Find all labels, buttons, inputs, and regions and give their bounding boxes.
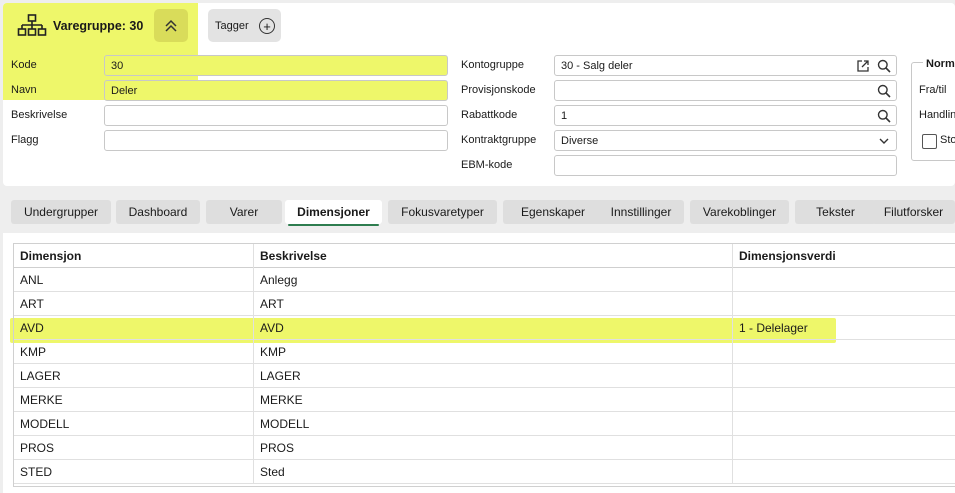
tab-dashboard[interactable]: Dashboard	[116, 200, 200, 224]
tags-button[interactable]: Tagger +	[208, 9, 281, 42]
tab-innstillinger[interactable]: Innstillinger	[598, 200, 684, 224]
cell-dimensjon: MODELL	[14, 412, 254, 436]
tab-tekster[interactable]: Tekster	[795, 200, 876, 224]
search-icon[interactable]	[877, 84, 891, 98]
rabattkode-label: Rabattkode	[461, 109, 518, 121]
table-row[interactable]: AVD AVD 1 - Delelager	[14, 316, 955, 340]
kontraktgruppe-select[interactable]: Diverse	[554, 130, 897, 151]
navn-label: Navn	[11, 84, 37, 96]
dimension-table: Dimensjon Beskrivelse Dimensjonsverdi AN…	[13, 243, 955, 487]
kontraktgruppe-label: Kontraktgruppe	[461, 134, 537, 146]
cell-dimensjon: ART	[14, 292, 254, 316]
cell-dimensjonsverdi[interactable]	[733, 388, 955, 412]
cell-beskrivelse: MERKE	[254, 388, 733, 412]
page-title: Varegruppe: 30	[53, 19, 144, 33]
table-row[interactable]: STED Sted	[14, 460, 955, 484]
sto-label: Sto	[940, 134, 955, 146]
fratil-label: Fra/til	[919, 84, 947, 96]
cell-beskrivelse: ART	[254, 292, 733, 316]
cell-dimensjonsverdi[interactable]: 1 - Delelager	[733, 316, 955, 340]
cell-dimensjon: MERKE	[14, 388, 254, 412]
cell-dimensjonsverdi[interactable]	[733, 268, 955, 292]
cell-dimensjon: KMP	[14, 340, 254, 364]
tab-filutforsker[interactable]: Filutforsker	[872, 200, 955, 224]
search-icon[interactable]	[877, 59, 891, 73]
cell-beskrivelse: KMP	[254, 340, 733, 364]
cell-dimensjonsverdi[interactable]	[733, 292, 955, 316]
kontogruppe-value: 30 - Salg deler	[561, 59, 633, 72]
cell-dimensjon: ANL	[14, 268, 254, 292]
norm-legend: Norm	[923, 58, 955, 70]
ebm-kode-field[interactable]	[554, 155, 897, 176]
cell-dimensjonsverdi[interactable]	[733, 460, 955, 484]
rabattkode-value: 1	[561, 109, 568, 122]
collapse-button[interactable]	[154, 9, 188, 42]
tab-varekoblinger[interactable]: Varekoblinger	[690, 200, 789, 224]
cell-beskrivelse: Sted	[254, 460, 733, 484]
table-header: Dimensjon Beskrivelse Dimensjonsverdi	[14, 244, 955, 268]
cell-beskrivelse: LAGER	[254, 364, 733, 388]
provisjonskode-field[interactable]	[554, 80, 897, 101]
search-icon[interactable]	[877, 109, 891, 123]
header-card: Varegruppe: 30 Tagger + Kode 30 Navn Del…	[3, 3, 955, 186]
beskrivelse-field[interactable]	[104, 105, 448, 126]
tab-fokusvaretyper[interactable]: Fokusvaretyper	[388, 200, 497, 224]
hierarchy-icon	[17, 14, 47, 36]
cell-beskrivelse: Anlegg	[254, 268, 733, 292]
table-row[interactable]: MERKE MERKE	[14, 388, 955, 412]
column-header-dimensjonsverdi[interactable]: Dimensjonsverdi	[733, 244, 955, 268]
tab-dimensjoner[interactable]: Dimensjoner	[285, 200, 382, 226]
tags-label: Tagger	[215, 19, 249, 32]
cell-dimensjon: STED	[14, 460, 254, 484]
provisjonskode-label: Provisjonskode	[461, 84, 536, 96]
plus-circle-icon: +	[259, 18, 275, 34]
flagg-label: Flagg	[11, 134, 39, 146]
external-link-icon[interactable]	[856, 59, 870, 73]
sto-checkbox[interactable]	[922, 134, 937, 149]
chevron-down-icon	[879, 138, 889, 144]
page-title-row: Varegruppe: 30	[17, 13, 143, 39]
chevron-double-up-icon	[165, 19, 177, 32]
navn-field[interactable]: Deler	[104, 80, 448, 101]
kode-label: Kode	[11, 59, 37, 71]
table-row[interactable]: ART ART	[14, 292, 955, 316]
kontogruppe-label: Kontogruppe	[461, 59, 524, 71]
kontraktgruppe-value: Diverse	[561, 134, 599, 147]
handling-label: Handlin	[919, 109, 955, 121]
cell-dimensjonsverdi[interactable]	[733, 364, 955, 388]
table-row[interactable]: MODELL MODELL	[14, 412, 955, 436]
table-row[interactable]: KMP KMP	[14, 340, 955, 364]
tab-varer[interactable]: Varer	[206, 200, 282, 224]
cell-dimensjon: LAGER	[14, 364, 254, 388]
cell-dimensjonsverdi[interactable]	[733, 412, 955, 436]
flagg-field[interactable]	[104, 130, 448, 151]
cell-dimensjon: PROS	[14, 436, 254, 460]
cell-beskrivelse: PROS	[254, 436, 733, 460]
cell-dimensjonsverdi[interactable]	[733, 436, 955, 460]
column-header-beskrivelse[interactable]: Beskrivelse	[254, 244, 733, 268]
cell-beskrivelse: AVD	[254, 316, 733, 340]
table-row[interactable]: PROS PROS	[14, 436, 955, 460]
beskrivelse-label: Beskrivelse	[11, 109, 68, 121]
rabattkode-field[interactable]: 1	[554, 105, 897, 126]
kontogruppe-field[interactable]: 30 - Salg deler	[554, 55, 897, 76]
cell-dimensjonsverdi[interactable]	[733, 340, 955, 364]
tab-egenskaper[interactable]: Egenskaper	[503, 200, 603, 224]
table-row[interactable]: LAGER LAGER	[14, 364, 955, 388]
cell-dimensjon: AVD	[14, 316, 254, 340]
cell-beskrivelse: MODELL	[254, 412, 733, 436]
table-row[interactable]: ANL Anlegg	[14, 268, 955, 292]
column-header-dimensjon[interactable]: Dimensjon	[14, 244, 254, 268]
ebm-kode-label: EBM-kode	[461, 159, 513, 171]
kode-field[interactable]: 30	[104, 55, 448, 76]
tab-undergrupper[interactable]: Undergrupper	[11, 200, 111, 224]
